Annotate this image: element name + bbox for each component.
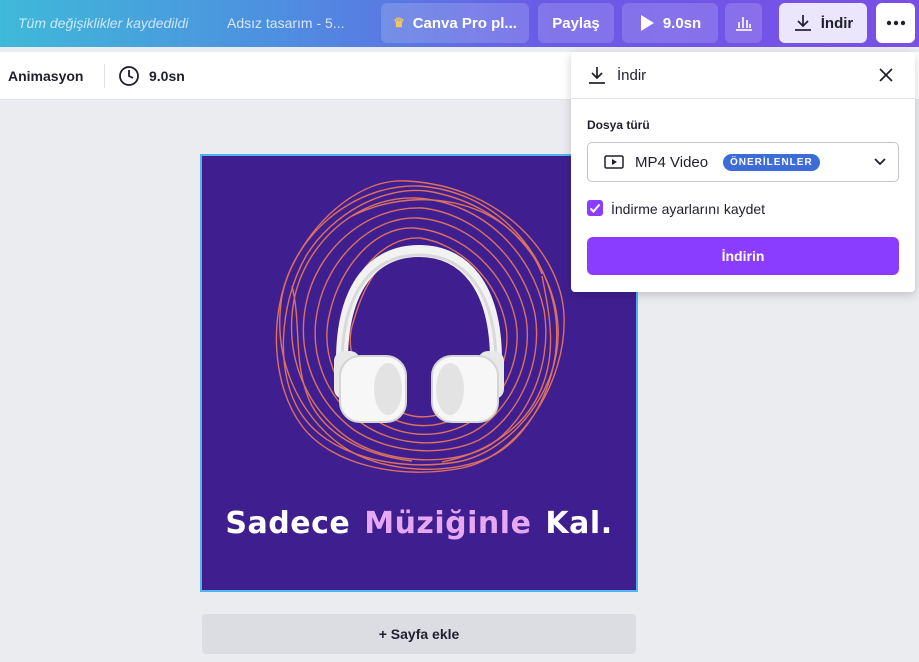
download-panel: İndir Dosya türü MP4 Video ÖNERİLENLER İ… bbox=[571, 52, 915, 292]
headphones-image bbox=[334, 244, 504, 423]
checkmark-icon bbox=[589, 203, 601, 213]
file-type-label: Dosya türü bbox=[587, 118, 650, 132]
play-duration: 9.0sn bbox=[662, 14, 702, 32]
download-panel-header: İndir bbox=[571, 52, 915, 99]
animation-button[interactable]: Animasyon bbox=[8, 68, 83, 84]
caption-word-highlight: Müziğinle bbox=[364, 506, 532, 541]
recommended-badge: ÖNERİLENLER bbox=[723, 154, 820, 171]
video-file-icon bbox=[604, 155, 624, 169]
file-type-value: MP4 Video bbox=[635, 154, 709, 171]
caption-word-sadece: Sadece bbox=[225, 506, 351, 541]
more-button[interactable] bbox=[876, 3, 915, 43]
save-status: Tüm değişiklikler kaydedildi bbox=[18, 15, 189, 31]
insights-button[interactable] bbox=[725, 3, 762, 43]
add-page-button[interactable]: + Sayfa ekle bbox=[202, 614, 636, 654]
timing-duration[interactable]: 9.0sn bbox=[149, 68, 185, 84]
more-icon bbox=[886, 20, 905, 26]
play-icon bbox=[640, 15, 654, 31]
caption-word-kal: Kal. bbox=[545, 506, 613, 541]
design-title[interactable]: Adsız tasarım - 5... bbox=[227, 15, 344, 31]
download-submit-button[interactable]: İndirin bbox=[587, 237, 899, 275]
clock-icon[interactable] bbox=[118, 65, 140, 87]
save-settings-checkbox[interactable] bbox=[587, 200, 603, 216]
save-settings-label[interactable]: İndirme ayarlarını kaydet bbox=[611, 201, 765, 217]
stats-icon bbox=[735, 17, 752, 31]
play-button[interactable]: 9.0sn bbox=[622, 3, 718, 43]
download-icon bbox=[589, 67, 605, 84]
top-bar: Tüm değişiklikler kaydedildi Adsız tasar… bbox=[0, 0, 919, 47]
canvas-caption[interactable]: Sadece Müziğinle Kal. bbox=[202, 506, 636, 541]
download-label: İndir bbox=[820, 14, 854, 32]
file-type-select[interactable]: MP4 Video ÖNERİLENLER bbox=[587, 142, 899, 182]
canva-pro-label: Canva Pro pl... bbox=[412, 14, 517, 32]
crown-icon: ♛ bbox=[393, 15, 405, 30]
download-icon bbox=[794, 15, 811, 31]
canva-pro-button[interactable]: ♛ Canva Pro pl... bbox=[381, 3, 529, 43]
share-label: Paylaş bbox=[552, 14, 600, 32]
close-icon[interactable] bbox=[876, 65, 896, 85]
toolbar-divider bbox=[104, 64, 105, 88]
download-panel-title: İndir bbox=[617, 67, 647, 84]
download-button[interactable]: İndir bbox=[779, 3, 867, 43]
share-button[interactable]: Paylaş bbox=[538, 3, 614, 43]
chevron-down-icon bbox=[874, 158, 886, 166]
